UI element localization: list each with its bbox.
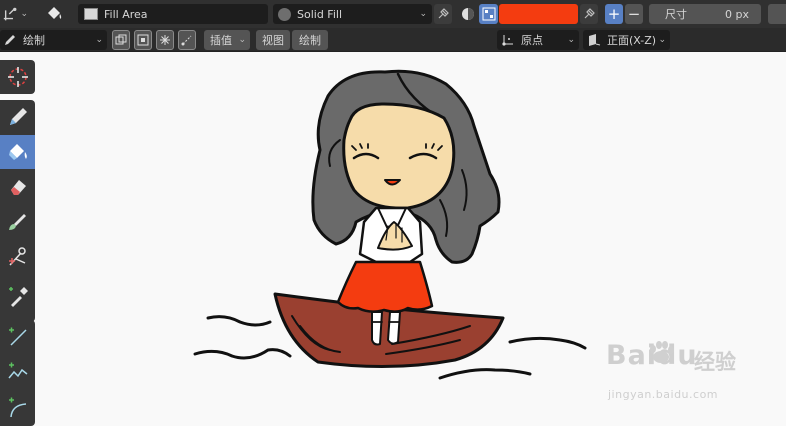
- cursor-tool[interactable]: [0, 60, 35, 94]
- tool-header: ⌄ Fill Area Solid Fill ⌄ + − 尺寸 0 px: [0, 0, 786, 28]
- cutter-tool[interactable]: [0, 240, 35, 274]
- multiframe-button[interactable]: [112, 30, 130, 50]
- leg-right: [387, 311, 401, 345]
- guides-icon: [181, 35, 192, 46]
- view-label: 视图: [262, 34, 284, 47]
- vertex-color-icon: [462, 8, 474, 20]
- color-swatch[interactable]: [499, 4, 578, 24]
- bucket-icon: [8, 144, 27, 160]
- leg-left: [371, 311, 383, 346]
- line-icon: [8, 327, 27, 346]
- pencil-icon: [9, 108, 27, 125]
- tint-tool[interactable]: [0, 205, 35, 239]
- watermark-brand-cn: 经验: [694, 350, 736, 374]
- brush-icon: [8, 214, 26, 230]
- plane-icon: [589, 34, 601, 46]
- draw-label: 绘制: [299, 34, 321, 47]
- grid-icon: [482, 7, 495, 21]
- snowflake-icon: [160, 35, 170, 45]
- draw-tool[interactable]: [0, 100, 35, 134]
- fill-tool[interactable]: [0, 135, 35, 169]
- eyedropper-icon: [8, 287, 28, 307]
- toolbar-group-sample: [0, 280, 35, 314]
- size-label: 尺寸: [665, 8, 687, 21]
- chevron-down-icon: ⌄: [238, 35, 246, 45]
- size-value: 0 px: [725, 7, 749, 21]
- eyedropper-tool[interactable]: [0, 280, 35, 314]
- erase-tool[interactable]: [0, 170, 35, 204]
- material-selector[interactable]: Fill Area: [78, 4, 268, 24]
- chevron-down-icon: ⌄: [20, 9, 28, 19]
- pin-icon: [584, 8, 595, 19]
- minus-icon: −: [627, 5, 641, 23]
- mode-dropdown[interactable]: 绘制 ⌄: [0, 30, 107, 50]
- material-color-button[interactable]: [479, 4, 498, 24]
- add-button[interactable]: +: [605, 4, 623, 24]
- viewport-canvas[interactable]: Baidu 经验 jingyan.baidu.com: [36, 52, 786, 426]
- material-swatch-icon: [84, 8, 98, 20]
- scissors-icon: [8, 247, 26, 266]
- fill-mode-dropdown[interactable]: Solid Fill ⌄: [273, 4, 432, 24]
- blender-grease-pencil-window: ⌄ Fill Area Solid Fill ⌄ + − 尺寸 0 px 绘制 …: [0, 0, 786, 426]
- toolbar-group-cursor: [0, 60, 35, 94]
- plane-label: 正面(X-Z): [607, 34, 657, 47]
- water-line: [508, 336, 587, 350]
- guides-button[interactable]: [178, 30, 196, 50]
- arc-icon: [8, 397, 26, 418]
- frames-icon: [115, 34, 127, 45]
- snap-button[interactable]: [156, 30, 174, 50]
- interpolate-dropdown[interactable]: 插值 ⌄: [204, 30, 250, 50]
- fill-tool-header-icon[interactable]: [41, 3, 67, 25]
- polyline-icon: [7, 362, 27, 379]
- water-line: [206, 315, 272, 327]
- size-field[interactable]: 尺寸 0 px: [649, 4, 761, 24]
- chevron-down-icon: ⌄: [95, 35, 103, 45]
- sphere-icon: [278, 7, 291, 21]
- overflow-field[interactable]: [768, 4, 786, 24]
- chevron-down-icon: ⌄: [419, 9, 427, 19]
- watermark-url: jingyan.baidu.com: [608, 388, 719, 401]
- line-tool[interactable]: [0, 320, 35, 354]
- water-line: [438, 368, 532, 380]
- paw-icon: [650, 341, 674, 363]
- chevron-down-icon: ⌄: [567, 35, 575, 45]
- skirt: [336, 260, 434, 313]
- water-line: [193, 348, 292, 360]
- transform-icon: [3, 7, 17, 21]
- material-name: Fill Area: [104, 7, 148, 21]
- remove-button[interactable]: −: [625, 4, 643, 24]
- autokey-button[interactable]: [134, 30, 152, 50]
- tool-settings-bar: 绘制 ⌄ 插值 ⌄ 视图 绘制 原点 ⌄ 正面(X-Z) ⌄: [0, 28, 786, 52]
- origin-dropdown[interactable]: 原点 ⌄: [497, 30, 579, 50]
- interpolate-label: 插值: [210, 34, 232, 47]
- plane-dropdown[interactable]: 正面(X-Z) ⌄: [583, 30, 670, 50]
- eraser-icon: [10, 180, 26, 195]
- origin-icon: [502, 35, 513, 46]
- keyframe-icon: [137, 34, 149, 46]
- arc-tool[interactable]: [0, 390, 35, 424]
- color-mode-button[interactable]: [459, 4, 477, 24]
- pin-button-2[interactable]: [580, 4, 598, 24]
- view-menu[interactable]: 视图: [256, 30, 290, 50]
- editor-type-menu[interactable]: ⌄: [2, 4, 28, 24]
- pin-button[interactable]: [434, 4, 452, 24]
- toolbar-group-shapes: [0, 320, 35, 426]
- plus-icon: +: [607, 5, 621, 23]
- origin-label: 原点: [521, 34, 543, 47]
- cursor-icon: [7, 67, 28, 87]
- mode-label: 绘制: [23, 34, 45, 47]
- toolbar: [0, 52, 36, 426]
- polyline-tool[interactable]: [0, 355, 35, 389]
- fill-mode-label: Solid Fill: [297, 7, 342, 21]
- draw-menu[interactable]: 绘制: [292, 30, 328, 50]
- pencil-icon: [5, 35, 15, 45]
- chevron-down-icon: ⌄: [658, 35, 666, 45]
- pin-icon: [438, 8, 449, 19]
- bucket-icon: [48, 7, 62, 19]
